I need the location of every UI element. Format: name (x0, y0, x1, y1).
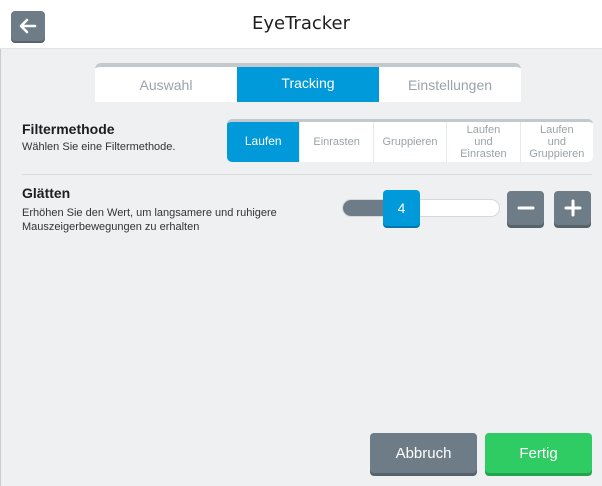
tab-auswahl[interactable]: Auswahl (95, 67, 237, 102)
minus-icon (517, 206, 534, 210)
tab-bar: Auswahl Tracking Einstellungen (95, 63, 521, 102)
window-edge (0, 49, 1, 486)
app-title: EyeTracker (251, 13, 351, 34)
smoothing-slider-track[interactable] (342, 199, 500, 217)
plus-icon (564, 199, 581, 217)
filter-option-laufen[interactable]: Laufen (227, 122, 300, 162)
done-button[interactable]: Fertig (485, 433, 592, 473)
increase-button[interactable] (554, 191, 591, 225)
smoothing-description: Erhöhen Sie den Wert, um langsamere und … (22, 207, 277, 233)
filter-option-laufen-und-einrasten[interactable]: Laufen und Einrasten (446, 122, 519, 162)
filter-method-title: Filtermethode (22, 121, 115, 137)
decrease-button[interactable] (507, 191, 544, 225)
tab-tracking[interactable]: Tracking (237, 67, 379, 102)
cancel-button[interactable]: Abbruch (370, 433, 477, 473)
filter-option-einrasten[interactable]: Einrasten (299, 122, 372, 162)
title-bar: EyeTracker (0, 0, 602, 49)
tab-einstellungen[interactable]: Einstellungen (379, 67, 521, 102)
filter-method-selector: Laufen Einrasten Gruppieren Laufen und E… (227, 119, 593, 162)
filter-method-description: Wählen Sie eine Filtermethode. (22, 141, 176, 153)
section-divider (22, 174, 592, 175)
filter-option-laufen-und-gruppieren[interactable]: Laufen und Gruppieren (519, 122, 593, 162)
smoothing-slider-thumb[interactable]: 4 (383, 190, 420, 226)
smoothing-title: Glätten (22, 185, 71, 201)
filter-option-gruppieren[interactable]: Gruppieren (372, 122, 446, 162)
